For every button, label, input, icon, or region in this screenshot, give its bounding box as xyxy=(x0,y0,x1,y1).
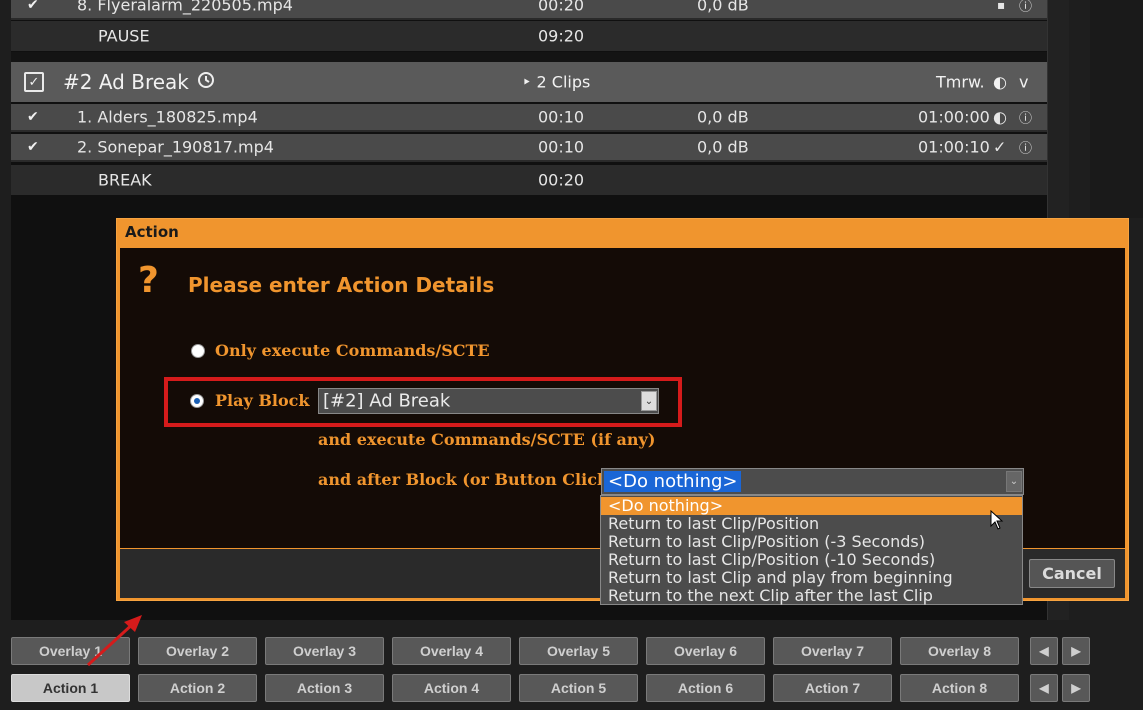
option-return-last-3s[interactable]: Return to last Clip/Position (-3 Seconds… xyxy=(601,533,1022,551)
block-checkbox[interactable]: ✓ xyxy=(24,72,44,92)
overlay-8-button[interactable]: Overlay 8 xyxy=(900,637,1019,665)
info-icon[interactable]: ⓘ xyxy=(1019,0,1032,15)
overlay-6-button[interactable]: Overlay 6 xyxy=(646,637,765,665)
radio-play-block-label[interactable]: Play Block xyxy=(215,391,309,410)
half-circle-icon: ◐ xyxy=(993,72,1007,92)
radio-play-block[interactable] xyxy=(190,394,204,408)
question-icon: ? xyxy=(138,260,159,301)
info-icon[interactable]: ⓘ xyxy=(1019,138,1032,157)
chevron-down-icon[interactable]: ⌄ xyxy=(641,391,657,411)
block-select[interactable]: [#2] Ad Break ⌄ xyxy=(318,388,659,414)
clip-duration: 09:20 xyxy=(538,26,585,46)
overlay-prev-button[interactable]: ◀ xyxy=(1030,637,1058,665)
clip-gain: 0,0 dB xyxy=(697,137,749,157)
clip-name: 8. Flyeralarm_220505.mp4 xyxy=(77,0,293,15)
clip-name: 1. Alders_180825.mp4 xyxy=(77,107,258,127)
action-5-button[interactable]: Action 5 xyxy=(519,674,638,702)
option-return-last[interactable]: Return to last Clip/Position xyxy=(601,515,1022,533)
after-block-select-value: <Do nothing> xyxy=(604,471,742,492)
dialog-title: Action xyxy=(125,223,179,241)
block-title: #2 Ad Break xyxy=(63,70,189,94)
action-1-button[interactable]: Action 1 xyxy=(11,674,130,702)
right-gutter xyxy=(1090,0,1143,218)
square-icon: ▪ xyxy=(997,0,1006,12)
overlay-2-button[interactable]: Overlay 2 xyxy=(138,637,257,665)
overlay-5-button[interactable]: Overlay 5 xyxy=(519,637,638,665)
clip-gain: 0,0 dB xyxy=(697,0,749,15)
clip-name: PAUSE xyxy=(98,26,150,46)
table-row[interactable]: BREAK 00:20 xyxy=(11,165,1047,195)
overlay-next-button[interactable]: ▶ xyxy=(1062,637,1090,665)
clip-gain: 0,0 dB xyxy=(697,107,749,127)
done-check-icon: ✓ xyxy=(993,137,1007,157)
clip-duration: 00:20 xyxy=(538,170,585,190)
block-header[interactable]: ✓ #2 Ad Break ‣ 2 Clips Tmrw. ◐ v xyxy=(11,62,1047,102)
check-icon: ✔ xyxy=(27,109,39,125)
table-row[interactable]: ✔ 8. Flyeralarm_220505.mp4 00:20 0,0 dB … xyxy=(11,0,1047,20)
table-row[interactable]: ✔ 2. Sonepar_190817.mp4 00:10 0,0 dB 01:… xyxy=(11,134,1047,162)
overlay-4-button[interactable]: Overlay 4 xyxy=(392,637,511,665)
block-when: Tmrw. xyxy=(936,72,985,92)
red-arrow-icon xyxy=(86,615,142,667)
divider xyxy=(11,52,1047,62)
dialog-heading: Please enter Action Details xyxy=(188,273,495,297)
check-icon: ✔ xyxy=(27,139,39,155)
action-8-button[interactable]: Action 8 xyxy=(900,674,1019,702)
option-return-next[interactable]: Return to the next Clip after the last C… xyxy=(601,587,1022,605)
action-3-button[interactable]: Action 3 xyxy=(265,674,384,702)
after-block-options: <Do nothing> Return to last Clip/Positio… xyxy=(600,495,1023,605)
action-next-button[interactable]: ▶ xyxy=(1062,674,1090,702)
table-row[interactable]: PAUSE 09:20 xyxy=(11,21,1047,51)
option-return-last-beginning[interactable]: Return to last Clip and play from beginn… xyxy=(601,569,1022,587)
action-4-button[interactable]: Action 4 xyxy=(392,674,511,702)
clip-duration: 00:10 xyxy=(538,137,585,157)
check-icon: ✔ xyxy=(27,0,39,13)
action-prev-button[interactable]: ◀ xyxy=(1030,674,1058,702)
action-7-button[interactable]: Action 7 xyxy=(773,674,892,702)
table-row[interactable]: ✔ 1. Alders_180825.mp4 00:10 0,0 dB 01:0… xyxy=(11,104,1047,132)
overlay-7-button[interactable]: Overlay 7 xyxy=(773,637,892,665)
clip-duration: 00:10 xyxy=(538,107,585,127)
block-select-value: [#2] Ad Break xyxy=(323,390,451,412)
execute-commands-text: and execute Commands/SCTE (if any) xyxy=(318,430,656,449)
clip-start-time: 01:00:00 xyxy=(918,107,990,127)
info-icon[interactable]: ⓘ xyxy=(1019,108,1032,127)
clock-icon xyxy=(197,71,215,93)
clip-duration: 00:20 xyxy=(538,0,585,15)
clips-count[interactable]: ‣ 2 Clips xyxy=(522,73,590,92)
clip-name: 2. Sonepar_190817.mp4 xyxy=(77,137,274,157)
after-block-text: and after Block (or Button Click) xyxy=(318,470,616,489)
after-block-select[interactable]: <Do nothing> ⌄ xyxy=(601,468,1024,495)
cancel-button[interactable]: Cancel xyxy=(1029,559,1115,588)
radio-only-execute-label[interactable]: Only execute Commands/SCTE xyxy=(215,341,490,360)
mouse-cursor-icon xyxy=(990,510,1004,530)
app-window: ✔ 8. Flyeralarm_220505.mp4 00:20 0,0 dB … xyxy=(0,0,1143,710)
half-circle-icon: ◐ xyxy=(993,107,1007,127)
action-2-button[interactable]: Action 2 xyxy=(138,674,257,702)
radio-only-execute[interactable] xyxy=(191,344,205,358)
action-6-button[interactable]: Action 6 xyxy=(646,674,765,702)
clip-start-time: 01:00:10 xyxy=(918,137,990,157)
chevron-down-icon[interactable]: v xyxy=(1019,73,1028,92)
overlay-3-button[interactable]: Overlay 3 xyxy=(265,637,384,665)
option-do-nothing[interactable]: <Do nothing> xyxy=(601,497,1022,515)
chevron-down-icon[interactable]: ⌄ xyxy=(1006,471,1022,492)
clip-name: BREAK xyxy=(98,170,152,190)
option-return-last-10s[interactable]: Return to last Clip/Position (-10 Second… xyxy=(601,551,1022,569)
